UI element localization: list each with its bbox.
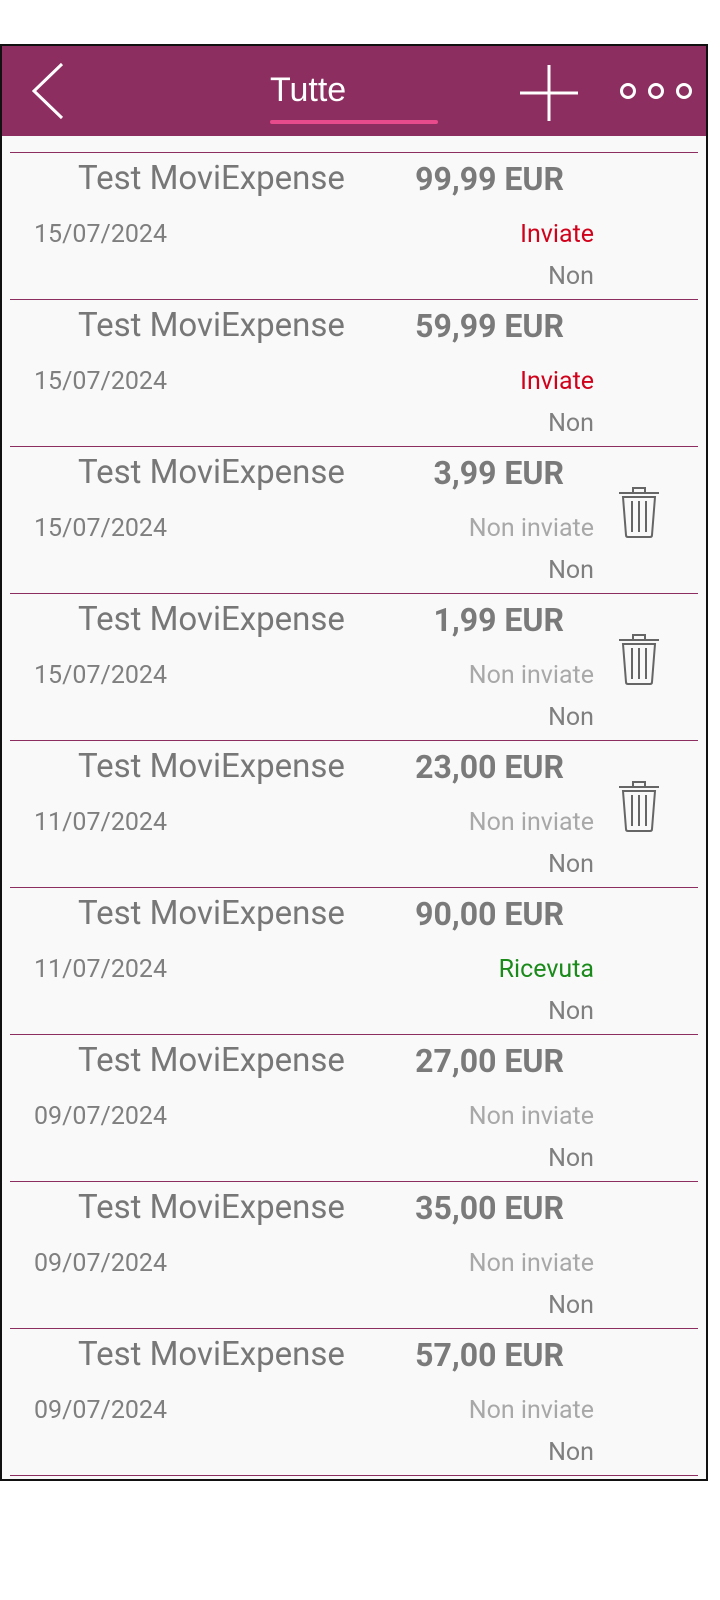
expense-row[interactable]: Test MoviExpense 57,00 EUR 09/07/2024 No… xyxy=(10,1328,698,1476)
delete-button[interactable] xyxy=(618,632,660,686)
expense-row[interactable]: Test MoviExpense 99,99 EUR 15/07/2024 In… xyxy=(10,152,698,300)
add-expense-button[interactable] xyxy=(518,64,580,122)
expense-flag: Non xyxy=(548,409,594,438)
expense-amount: 23,00 EUR xyxy=(415,748,564,786)
expense-date: 09/07/2024 xyxy=(34,1249,168,1278)
expense-flag: Non xyxy=(548,1144,594,1173)
expense-name: Test MoviExpense xyxy=(78,894,345,933)
expense-flag: Non xyxy=(548,703,594,732)
expense-status: Non inviate xyxy=(468,1249,594,1278)
expense-status: Non inviate xyxy=(468,808,594,837)
expense-name: Test MoviExpense xyxy=(78,600,345,639)
expense-name: Test MoviExpense xyxy=(78,1188,345,1227)
trash-icon xyxy=(619,781,659,832)
trash-icon xyxy=(619,487,659,538)
delete-button[interactable] xyxy=(618,779,660,833)
expense-status: Non inviate xyxy=(468,514,594,543)
expense-date: 09/07/2024 xyxy=(34,1102,168,1131)
expense-date: 09/07/2024 xyxy=(34,1396,168,1425)
expense-status: Inviate xyxy=(520,367,594,396)
expense-status: Inviate xyxy=(520,220,594,249)
expense-name: Test MoviExpense xyxy=(78,306,345,345)
expense-row[interactable]: Test MoviExpense 59,99 EUR 15/07/2024 In… xyxy=(10,299,698,447)
plus-icon xyxy=(520,65,578,121)
more-options-button[interactable] xyxy=(614,78,698,104)
list-divider xyxy=(10,1475,698,1476)
more-horizontal-icon xyxy=(620,83,692,99)
expense-amount: 57,00 EUR xyxy=(415,1336,564,1374)
expense-name: Test MoviExpense xyxy=(78,453,345,492)
expense-row[interactable]: Test MoviExpense 27,00 EUR 09/07/2024 No… xyxy=(10,1034,698,1182)
expense-row[interactable]: Test MoviExpense 3,99 EUR 15/07/2024 Non… xyxy=(10,446,698,594)
expense-status: Non inviate xyxy=(468,1396,594,1425)
expense-name: Test MoviExpense xyxy=(78,747,345,786)
expense-flag: Non xyxy=(548,1438,594,1467)
expense-flag: Non xyxy=(548,997,594,1026)
expense-date: 11/07/2024 xyxy=(34,808,168,837)
app-screen: Tutte Test MoviExpense 99,99 EUR 15/07/2… xyxy=(0,44,708,1481)
expense-flag: Non xyxy=(548,1291,594,1320)
expense-status: Ricevuta xyxy=(498,955,594,984)
tab-indicator xyxy=(270,120,438,124)
expense-date: 11/07/2024 xyxy=(34,955,168,984)
expense-name: Test MoviExpense xyxy=(78,1335,345,1374)
expense-date: 15/07/2024 xyxy=(34,367,168,396)
expense-flag: Non xyxy=(548,262,594,291)
trash-icon xyxy=(619,634,659,685)
expense-row[interactable]: Test MoviExpense 23,00 EUR 11/07/2024 No… xyxy=(10,740,698,888)
expense-amount: 35,00 EUR xyxy=(415,1189,564,1227)
delete-button[interactable] xyxy=(618,485,660,539)
tab-all[interactable]: Tutte xyxy=(270,70,438,110)
expense-amount: 99,99 EUR xyxy=(415,160,564,198)
expense-amount: 90,00 EUR xyxy=(415,895,564,933)
expense-amount: 27,00 EUR xyxy=(415,1042,564,1080)
expense-row[interactable]: Test MoviExpense 1,99 EUR 15/07/2024 Non… xyxy=(10,593,698,741)
expense-date: 15/07/2024 xyxy=(34,514,168,543)
expense-status: Non inviate xyxy=(468,661,594,690)
back-button[interactable] xyxy=(24,60,80,122)
expense-row[interactable]: Test MoviExpense 90,00 EUR 11/07/2024 Ri… xyxy=(10,887,698,1035)
expense-status: Non inviate xyxy=(468,1102,594,1131)
expense-name: Test MoviExpense xyxy=(78,1041,345,1080)
expense-date: 15/07/2024 xyxy=(34,220,168,249)
chevron-left-icon xyxy=(31,62,64,120)
expense-amount: 1,99 EUR xyxy=(433,601,565,639)
expense-name: Test MoviExpense xyxy=(78,159,345,198)
top-app-bar: Tutte xyxy=(2,46,706,136)
expense-date: 15/07/2024 xyxy=(34,661,168,690)
expense-flag: Non xyxy=(548,850,594,879)
expense-row[interactable]: Test MoviExpense 35,00 EUR 09/07/2024 No… xyxy=(10,1181,698,1329)
expense-amount: 3,99 EUR xyxy=(433,454,565,492)
expense-amount: 59,99 EUR xyxy=(415,307,564,345)
expense-flag: Non xyxy=(548,556,594,585)
